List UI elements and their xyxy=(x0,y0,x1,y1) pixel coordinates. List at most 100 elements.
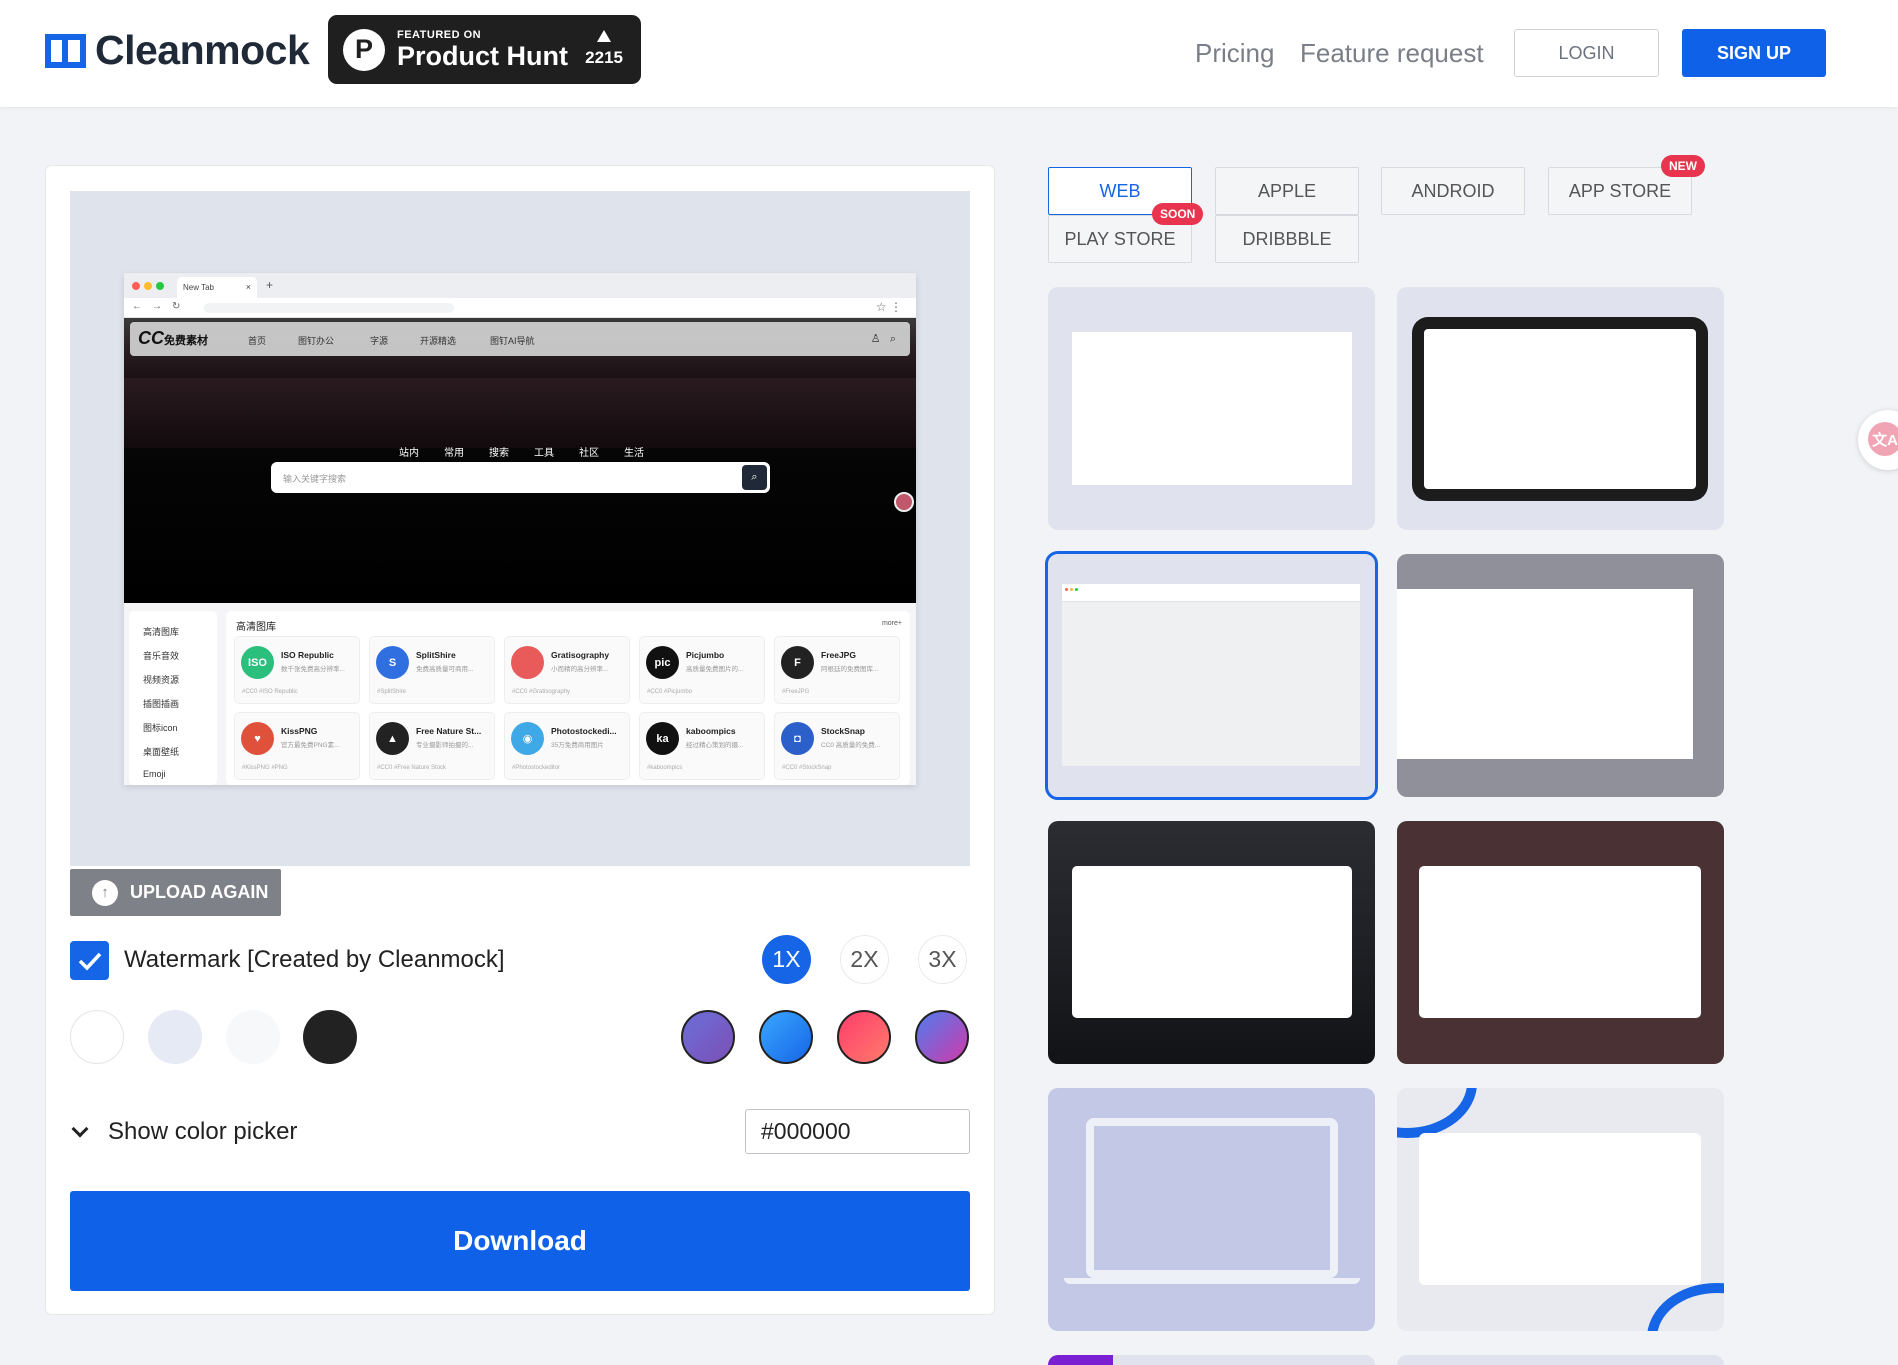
resource-name: Free Nature St... xyxy=(416,726,482,736)
translate-float-button[interactable]: 文A xyxy=(1858,410,1898,470)
swatch-off-white[interactable] xyxy=(226,1010,280,1064)
scale-2x-button[interactable]: 2X xyxy=(840,935,889,984)
template-purple-partial[interactable] xyxy=(1048,1355,1375,1365)
site-body: 高清图库 音乐音效 视频资源 插图插画 图标icon 桌面壁纸 Emoji 高清… xyxy=(124,603,916,785)
browser-mockup: New Tab × + ← → ↻ ☆ ⋮ CC免费素材 首页 图钉办公 字源 开… xyxy=(124,273,916,785)
browser-tab-title: New Tab xyxy=(183,283,214,292)
template-brown[interactable] xyxy=(1397,821,1724,1064)
template-screen xyxy=(1072,332,1352,485)
resource-logo-icon: ▲ xyxy=(376,722,409,755)
login-button[interactable]: LOGIN xyxy=(1514,29,1659,77)
tab-dribbble[interactable]: DRIBBBLE xyxy=(1215,215,1359,263)
upload-again-button[interactable]: ↑ UPLOAD AGAIN xyxy=(70,869,281,916)
soon-badge: SOON xyxy=(1152,203,1204,225)
site-sidebar: 高清图库 音乐音效 视频资源 插图插画 图标icon 桌面壁纸 Emoji xyxy=(129,611,217,785)
hero-tab: 常用 xyxy=(444,448,464,459)
hex-color-input[interactable] xyxy=(745,1109,970,1154)
translate-icon: 文A xyxy=(1868,422,1898,456)
site-nav-item: 图钉AI导航 xyxy=(490,336,535,346)
site-hero: CC免费素材 首页 图钉办公 字源 开源精选 图钉AI导航 ♙ ⌕ 站内 常用 … xyxy=(124,318,916,603)
template-dark[interactable] xyxy=(1048,821,1375,1064)
swatch-blue-gradient[interactable] xyxy=(759,1010,813,1064)
resource-tags: #SplitShire xyxy=(377,689,407,695)
site-nav-item: 图钉办公 xyxy=(298,336,335,346)
watermark-checkbox[interactable] xyxy=(70,941,109,980)
url-field xyxy=(204,303,454,313)
new-tab-icon: + xyxy=(266,278,274,292)
template-laptop-screen xyxy=(1094,1126,1330,1270)
resource-tags: #KissPNG #PNG xyxy=(242,765,288,771)
template-gray-offset[interactable] xyxy=(1397,554,1724,797)
template-partial[interactable] xyxy=(1397,1355,1724,1365)
resource-desc: 阿根廷的免费图库... xyxy=(821,666,879,673)
download-button[interactable]: Download xyxy=(70,1191,970,1291)
signup-button[interactable]: SIGN UP xyxy=(1682,29,1826,77)
nav-feature-request[interactable]: Feature request xyxy=(1300,38,1484,69)
scale-1x-button[interactable]: 1X xyxy=(762,935,811,984)
site-nav-item: 首页 xyxy=(248,336,267,346)
producthunt-logo-icon: P xyxy=(343,28,385,71)
swatch-light-blue[interactable] xyxy=(148,1010,202,1064)
forward-icon: → xyxy=(152,301,162,312)
maximize-dot-icon xyxy=(156,282,164,290)
resource-desc: 高质量免费图片的... xyxy=(686,666,744,673)
site-search-placeholder: 输入关键字搜索 xyxy=(283,474,347,484)
browser-address-bar: ← → ↻ ☆ ⋮ xyxy=(124,298,916,318)
template-browser-window[interactable] xyxy=(1045,551,1378,800)
resource-logo-icon xyxy=(511,646,544,679)
resource-logo-icon: F xyxy=(781,646,814,679)
template-arc-decoration xyxy=(1647,1283,1724,1331)
resource-card: ISO ISO Republic 数千张免费高分辨率... #CC0 #ISO Rep… xyxy=(234,636,360,704)
resource-logo-icon: ka xyxy=(646,722,679,755)
resource-logo-icon: ◉ xyxy=(511,722,544,755)
site-search-bar: 输入关键字搜索 ⌕ xyxy=(271,462,770,493)
upload-again-label: UPLOAD AGAIN xyxy=(130,882,269,902)
show-color-picker-toggle[interactable]: Show color picker xyxy=(70,1118,297,1146)
producthunt-featured-label: FEATURED ON xyxy=(397,29,482,41)
resource-tags: #kaboompics xyxy=(647,765,683,771)
template-plain-light[interactable] xyxy=(1048,287,1375,530)
resource-desc: 35万免费商用图片 xyxy=(551,742,604,749)
logo[interactable]: Cleanmock xyxy=(45,27,310,73)
hero-tab: 社区 xyxy=(579,448,599,459)
swatch-white[interactable] xyxy=(70,1010,124,1064)
template-screen xyxy=(1072,866,1352,1018)
resource-card: Gratisography 小而精的高分辨率... #CC0 #Gratisogra… xyxy=(504,636,630,704)
template-blue-arcs[interactable] xyxy=(1397,1088,1724,1331)
resource-name: Picjumbo xyxy=(686,650,725,660)
hero-tab: 工具 xyxy=(534,448,554,459)
tab-apple[interactable]: APPLE xyxy=(1215,167,1359,215)
site-sidebar-item: 桌面壁纸 xyxy=(143,747,180,757)
nav-pricing[interactable]: Pricing xyxy=(1195,38,1274,69)
template-tablet-dark-frame[interactable] xyxy=(1397,287,1724,530)
tab-android[interactable]: ANDROID xyxy=(1381,167,1525,215)
producthunt-badge[interactable]: P FEATURED ON Product Hunt 2215 xyxy=(328,15,641,84)
swatch-purple-gradient[interactable] xyxy=(681,1010,735,1064)
template-laptop[interactable] xyxy=(1048,1088,1375,1331)
site-sidebar-item: Emoji xyxy=(143,769,166,779)
resource-tags: #CC0 #Gratisography xyxy=(512,689,571,695)
swatch-black[interactable] xyxy=(303,1010,357,1064)
resource-name: ISO Republic xyxy=(281,650,334,660)
site-logo: CC免费素材 xyxy=(138,328,208,348)
swatch-violet-gradient[interactable] xyxy=(915,1010,969,1064)
resource-name: Photostockedi... xyxy=(551,726,617,736)
logo-text: Cleanmock xyxy=(95,27,310,73)
resource-tags: #CC0 #Picjumbo xyxy=(647,689,693,695)
producthunt-count: 2215 xyxy=(585,48,623,67)
bookmark-star-icon: ☆ ⋮ xyxy=(875,300,902,314)
resource-desc: CC0 高质量的免费... xyxy=(821,742,881,749)
new-badge: NEW xyxy=(1661,155,1705,177)
site-user-search-icon: ♙ ⌕ xyxy=(870,333,896,345)
resource-tags: #FreeJPG xyxy=(782,689,810,695)
producthunt-name: Product Hunt xyxy=(397,41,568,71)
minimize-dot-icon xyxy=(144,282,152,290)
checkmark-icon xyxy=(78,952,101,971)
site-nav-item: 字源 xyxy=(370,336,389,346)
resource-tags: #CC0 #StockSnap xyxy=(782,765,832,771)
swatch-red-gradient[interactable] xyxy=(837,1010,891,1064)
site-main-panel: 高清图库 more+ ISO ISO Republic 数千张免费高分辨率... #C… xyxy=(226,611,910,785)
resource-logo-icon: ♥ xyxy=(241,722,274,755)
scale-3x-button[interactable]: 3X xyxy=(918,935,967,984)
template-screen xyxy=(1397,589,1693,759)
